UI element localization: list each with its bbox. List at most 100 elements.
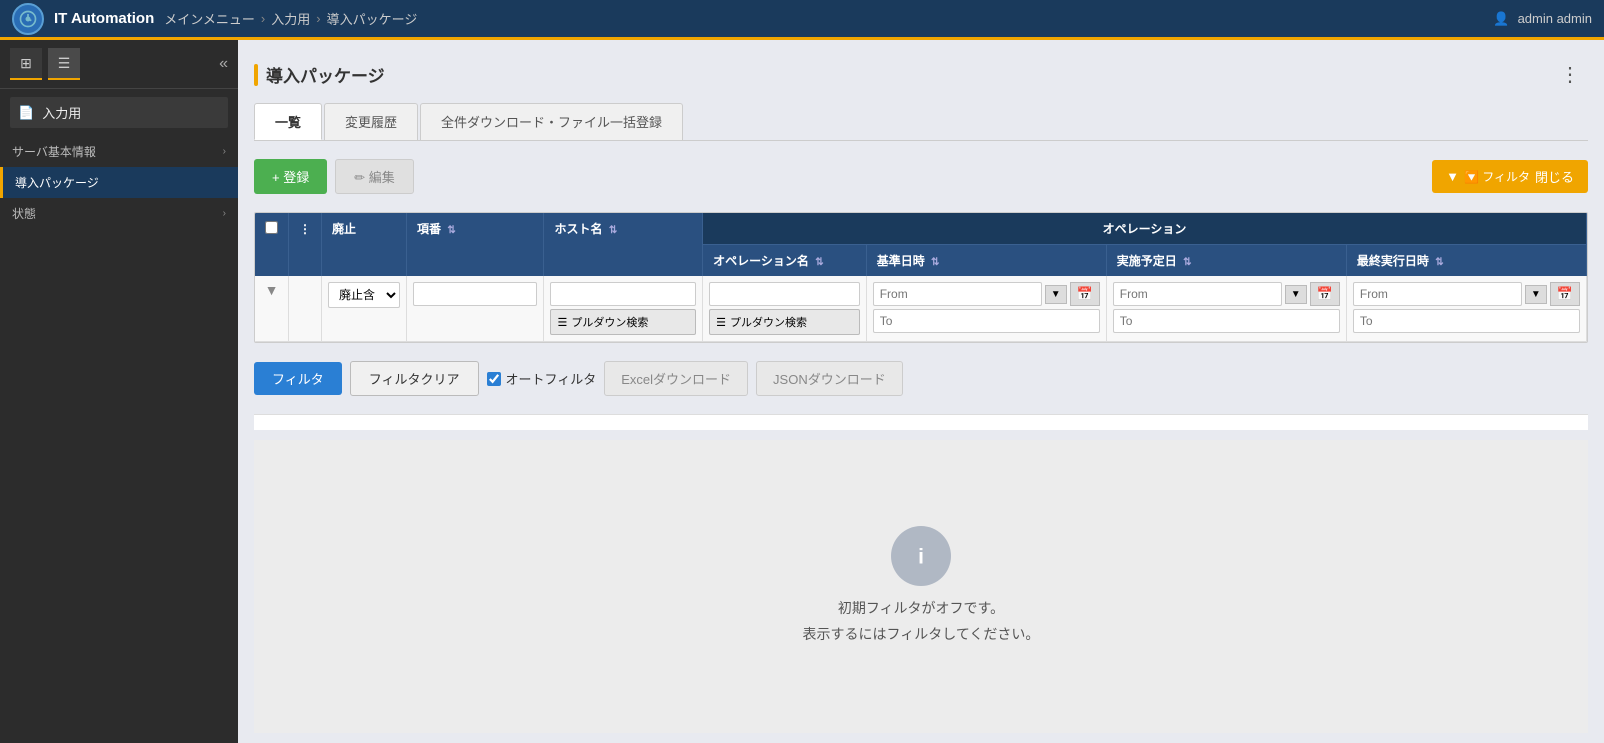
sidebar-item-package[interactable]: 導入パッケージ <box>0 167 238 198</box>
content-area: 導入パッケージ ⋮ 一覧 変更履歴 全件ダウンロード・ファイル一括登録 + 登録… <box>238 40 1604 743</box>
page-title-border <box>254 64 258 86</box>
filter-col-item-no <box>407 276 544 342</box>
auto-filter-label: オートフィルタ <box>487 369 597 388</box>
operation-name-dropdown-btn[interactable]: ☰ プルダウン検索 <box>709 309 860 335</box>
user-label: admin admin <box>1518 11 1592 26</box>
sidebar-collapse-btn[interactable]: « <box>219 55 228 73</box>
tab-download[interactable]: 全件ダウンロード・ファイル一括登録 <box>420 103 683 140</box>
sidebar-list-icon-btn[interactable]: ☰ <box>48 48 80 80</box>
filter-col-operation-name: ☰ プルダウン検索 <box>703 276 867 342</box>
kijun-to-input[interactable] <box>873 309 1100 333</box>
sidebar-item-status[interactable]: 状態 › <box>0 198 238 229</box>
kijun-from-input[interactable] <box>873 282 1042 306</box>
lastrun-from-cal-btn[interactable]: 📅 <box>1550 282 1580 306</box>
sidebar-item-server[interactable]: サーバ基本情報 › <box>0 136 238 167</box>
jisshi-from-input[interactable] <box>1113 282 1282 306</box>
breadcrumb-item-0[interactable]: メインメニュー <box>164 9 255 28</box>
empty-line-2: 表示するにはフィルタしてください。 <box>803 622 1040 647</box>
filter-bar: フィルタ フィルタクリア オートフィルタ Excelダウンロード JSONダウン… <box>254 353 1588 404</box>
filter-col-check: ▼ <box>255 276 289 342</box>
filter-col-kijun: ▼ 📅 <box>866 276 1106 342</box>
page-title-bar: 導入パッケージ <box>254 62 385 87</box>
tab-history[interactable]: 変更履歴 <box>324 103 418 140</box>
chevron-right-icon: › <box>223 146 226 157</box>
jisshi-from-cal-btn[interactable]: 📅 <box>1310 282 1340 306</box>
lastrun-from-row: ▼ 📅 <box>1353 282 1580 306</box>
th-haishi2 <box>322 245 407 277</box>
json-download-btn: JSONダウンロード <box>756 361 903 396</box>
host-name-dropdown-btn[interactable]: ☰ プルダウン検索 <box>550 309 696 335</box>
toolbar-left: + 登録 ✏ 編集 <box>254 159 414 194</box>
filter-row: ▼ 廃止含まず <box>255 276 1587 342</box>
empty-line-1: 初期フィルタがオフです。 <box>803 596 1040 621</box>
tab-bar: 一覧 変更履歴 全件ダウンロード・ファイル一括登録 <box>254 103 1588 141</box>
horizontal-scrollbar[interactable] <box>254 414 1588 430</box>
lastrun-from-dropdown[interactable]: ▼ <box>1525 285 1547 304</box>
th-item-no2 <box>407 245 544 277</box>
sidebar: ⊞ ☰ « 📄 入力用 サーバ基本情報 › 導入パッケージ 状態 › <box>0 40 238 743</box>
sidebar-grid-icon-btn[interactable]: ⊞ <box>10 48 42 80</box>
table-wrapper: ⋮ 廃止 項番 ⇅ ホスト名 ⇅ <box>254 212 1588 343</box>
host-name-input[interactable] <box>550 282 696 306</box>
sort-op-name-icon[interactable]: ⇅ <box>815 257 823 268</box>
page-menu-btn[interactable]: ⋮ <box>1552 60 1588 89</box>
select-all-checkbox[interactable] <box>265 221 278 234</box>
item-no-input[interactable] <box>413 282 537 306</box>
edit-button: ✏ 編集 <box>335 159 414 194</box>
breadcrumb-sep-1: › <box>316 11 320 26</box>
filter-label: 🔽 フィルタ <box>1464 168 1530 185</box>
sort-host-icon[interactable]: ⇅ <box>609 225 617 236</box>
haishi-select[interactable]: 廃止含まず <box>328 282 400 308</box>
sidebar-header: ⊞ ☰ « <box>0 40 238 89</box>
chevron-right-icon-status: › <box>223 208 226 219</box>
th-check <box>255 213 289 245</box>
filter-col-host-name: ☰ プルダウン検索 <box>544 276 703 342</box>
kijun-from-cal-btn[interactable]: 📅 <box>1070 282 1100 306</box>
filter-close-button[interactable]: ▼ 🔽 フィルタ 閉じる <box>1432 160 1588 193</box>
filter-clear-btn[interactable]: フィルタクリア <box>350 361 479 396</box>
auto-filter-checkbox[interactable] <box>487 372 501 386</box>
app-title: IT Automation <box>54 10 154 27</box>
svg-text:i: i <box>918 546 924 569</box>
kijun-from-dropdown[interactable]: ▼ <box>1045 285 1067 304</box>
sidebar-section: 📄 入力用 <box>0 89 238 136</box>
filter-apply-btn[interactable]: フィルタ <box>254 362 342 395</box>
lastrun-from-input[interactable] <box>1353 282 1522 306</box>
app-logo <box>12 3 44 35</box>
topbar-right: 👤 admin admin <box>1493 11 1592 27</box>
excel-download-btn: Excelダウンロード <box>604 361 748 396</box>
jisshi-date-range: ▼ 📅 <box>1113 282 1340 333</box>
th-operation-group: オペレーション <box>703 213 1587 245</box>
empty-state-icon: i <box>891 526 951 586</box>
jisshi-to-row <box>1113 309 1340 333</box>
breadcrumb-item-1[interactable]: 入力用 <box>271 9 310 28</box>
topbar-left: IT Automation メインメニュー › 入力用 › 導入パッケージ <box>12 3 417 35</box>
sidebar-item-label-server: サーバ基本情報 <box>12 143 96 160</box>
sort-jisshi-icon[interactable]: ⇅ <box>1183 257 1191 268</box>
th-menu: ⋮ <box>289 213 322 245</box>
op-dropdown-label: プルダウン検索 <box>730 314 807 330</box>
kijun-date-range: ▼ 📅 <box>873 282 1100 333</box>
th-host-name2 <box>544 245 703 277</box>
data-table: ⋮ 廃止 項番 ⇅ ホスト名 ⇅ <box>255 213 1587 342</box>
page-header: 導入パッケージ ⋮ <box>254 50 1588 93</box>
sidebar-icon-group: ⊞ ☰ <box>10 48 80 80</box>
main-content: 導入パッケージ ⋮ 一覧 変更履歴 全件ダウンロード・ファイル一括登録 + 登録… <box>238 40 1604 743</box>
topbar: IT Automation メインメニュー › 入力用 › 導入パッケージ 👤 … <box>0 0 1604 40</box>
sidebar-section-icon: 📄 <box>18 105 34 121</box>
sort-lastrun-icon[interactable]: ⇅ <box>1435 257 1443 268</box>
add-button[interactable]: + 登録 <box>254 159 327 194</box>
operation-name-input[interactable] <box>709 282 860 306</box>
jisshi-from-dropdown[interactable]: ▼ <box>1285 285 1307 304</box>
filter-col-haishi: 廃止含まず <box>322 276 407 342</box>
sort-kijun-icon[interactable]: ⇅ <box>931 257 939 268</box>
tab-list[interactable]: 一覧 <box>254 103 322 140</box>
sort-item-no-icon[interactable]: ⇅ <box>447 225 455 236</box>
filter-funnel-icon: ▼ <box>265 282 279 298</box>
jisshi-to-input[interactable] <box>1113 309 1340 333</box>
sidebar-section-title: 📄 入力用 <box>10 97 228 128</box>
breadcrumb: メインメニュー › 入力用 › 導入パッケージ <box>164 9 417 28</box>
sidebar-item-label-status: 状態 <box>12 205 36 222</box>
lastrun-to-row <box>1353 309 1580 333</box>
lastrun-to-input[interactable] <box>1353 309 1580 333</box>
